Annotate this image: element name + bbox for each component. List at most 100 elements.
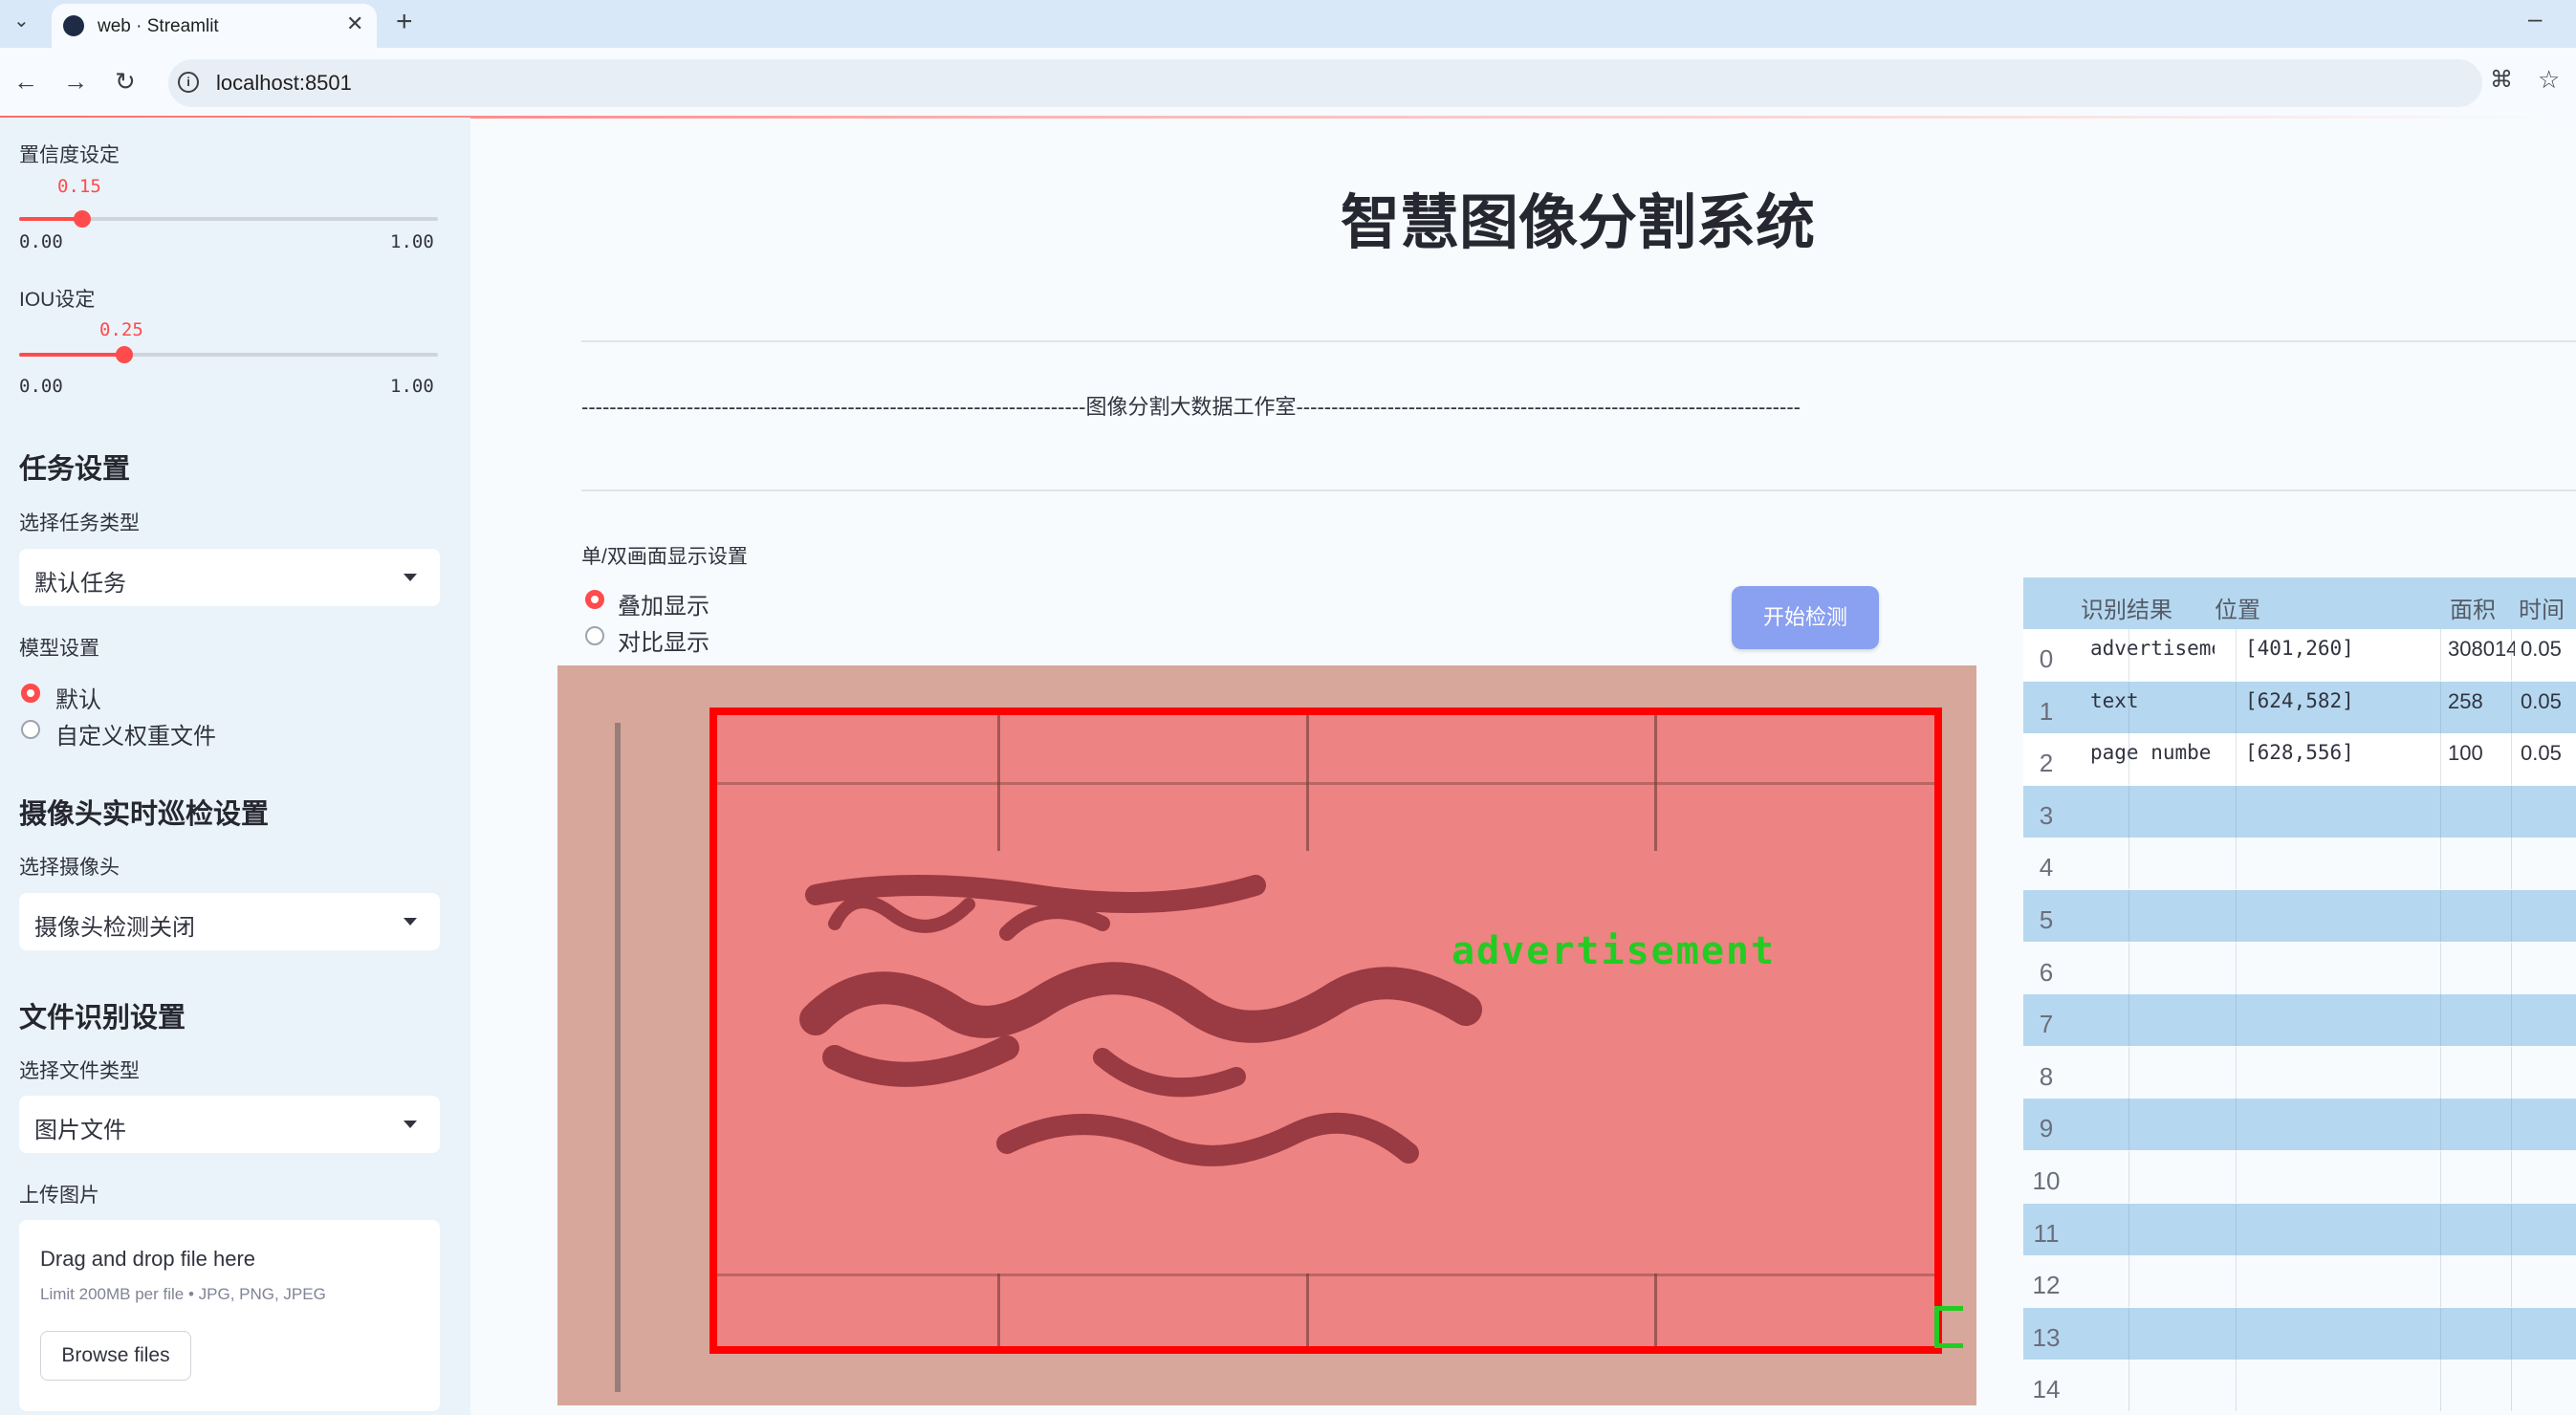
table-cell-area: 100 (2448, 741, 2483, 766)
confidence-value: 0.15 (57, 176, 101, 197)
radio-unselected-icon (585, 626, 604, 645)
task-type-select[interactable]: 默认任务 (19, 549, 440, 606)
row-index: 14 (2032, 1375, 2061, 1404)
table-cell-pos: [624,582] (2245, 688, 2354, 712)
new-tab-plus-icon[interactable]: + (396, 8, 413, 36)
column-divider (2440, 994, 2441, 1047)
table-row[interactable]: 8 (2023, 1046, 2576, 1099)
model-option-custom[interactable]: 自定义权重文件 (19, 717, 306, 750)
chevron-down-icon (404, 1121, 417, 1128)
display-option-overlay[interactable]: 叠加显示 (583, 587, 832, 620)
iou-max: 1.00 (390, 376, 434, 397)
forward-arrow-icon[interactable]: → (63, 69, 88, 94)
confidence-min: 0.00 (19, 231, 63, 252)
row-index: 8 (2039, 1061, 2054, 1091)
table-row[interactable]: 4 (2023, 838, 2576, 890)
page-title: 智慧图像分割系统 (1340, 190, 1815, 256)
file-type-label: 选择文件类型 (19, 1060, 140, 1082)
column-divider (2236, 994, 2237, 1047)
tab-list-chevron-icon[interactable]: ⌄ (13, 11, 30, 31)
column-divider (2236, 1307, 2237, 1360)
detection-box (709, 708, 1942, 1354)
url-field[interactable]: i localhost:8501 (168, 59, 2482, 107)
site-info-icon[interactable]: i (178, 72, 199, 93)
column-divider (2128, 890, 2129, 942)
table-row[interactable]: 0 advertisement [401,260] 3080140.05 (2023, 629, 2576, 681)
column-divider (2511, 1255, 2512, 1308)
slider-thumb[interactable] (116, 346, 133, 363)
column-divider (2511, 681, 2512, 733)
slider-fill (19, 353, 124, 357)
column-divider (2128, 994, 2129, 1047)
column-divider (2128, 1099, 2129, 1151)
tab-close-icon[interactable]: ✕ (346, 13, 363, 34)
table-header: 面积 (2450, 598, 2496, 623)
model-option-default[interactable]: 默认 (19, 681, 306, 713)
row-index: 11 (2033, 1218, 2060, 1248)
table-row[interactable]: 7 (2023, 994, 2576, 1047)
column-divider (2236, 681, 2237, 733)
browser-tab-bar (0, 0, 2576, 48)
row-index: 5 (2039, 905, 2054, 934)
column-divider (2236, 629, 2237, 681)
file-type-select[interactable]: 图片文件 (19, 1096, 440, 1153)
display-option-compare[interactable]: 对比显示 (583, 623, 832, 656)
iou-value: 0.25 (99, 319, 143, 340)
tab-title: web · Streamlit (98, 16, 219, 36)
table-row[interactable]: 6 (2023, 942, 2576, 994)
column-divider (2128, 1151, 2129, 1203)
column-divider (2128, 1203, 2129, 1255)
radio-unselected-icon (21, 720, 40, 739)
column-divider (2236, 1255, 2237, 1308)
start-detection-button[interactable]: 开始检测 (1732, 586, 1879, 649)
table-row[interactable]: 3 (2023, 785, 2576, 838)
column-divider (2440, 1151, 2441, 1203)
table-header: 识别结果 (2081, 598, 2172, 623)
table-cell-result: advertisement (2090, 637, 2215, 660)
column-divider (2128, 681, 2129, 733)
radio-selected-icon (21, 684, 40, 703)
minimize-window-icon[interactable]: – (2528, 6, 2542, 31)
table-cell-time: 0.05 (2521, 688, 2562, 713)
table-cell-area: 308014 (2448, 637, 2515, 661)
camera-select[interactable]: 摄像头检测关闭 (19, 893, 440, 950)
row-index: 3 (2039, 800, 2054, 830)
translate-icon[interactable]: ⌘ (2490, 69, 2513, 92)
slider-thumb[interactable] (74, 210, 91, 228)
back-arrow-icon[interactable]: ← (13, 69, 38, 94)
column-divider (2511, 994, 2512, 1047)
column-divider (2440, 838, 2441, 890)
confidence-slider[interactable] (19, 208, 438, 229)
table-row[interactable]: 1 text [624,582] 258 0.05 (2023, 681, 2576, 733)
column-divider (2236, 890, 2237, 942)
column-divider (2440, 1255, 2441, 1308)
table-row[interactable]: 9 (2023, 1099, 2576, 1151)
table-row[interactable]: 2 page number [628,556] 100 0.05 (2023, 733, 2576, 786)
dropzone-title: Drag and drop file here (40, 1247, 256, 1271)
column-divider (2440, 1046, 2441, 1099)
table-row[interactable]: 12 (2023, 1255, 2576, 1308)
camera-settings-heading: 摄像头实时巡检设置 (19, 799, 270, 830)
model-option-label: 自定义权重文件 (55, 724, 216, 750)
table-row[interactable]: 14 (2023, 1360, 2576, 1412)
bookmark-star-icon[interactable]: ☆ (2538, 67, 2560, 92)
results-table[interactable]: 识别结果 位置 面积 时间 0 advertisement [401,260] 308… (2023, 577, 2576, 1415)
table-row[interactable]: 11 (2023, 1203, 2576, 1255)
table-cell-pos: [628,556] (2245, 741, 2354, 765)
table-row[interactable]: 13 (2023, 1307, 2576, 1360)
confidence-label: 置信度设定 (19, 144, 120, 166)
column-divider (2440, 1099, 2441, 1151)
column-divider (2511, 629, 2512, 681)
browse-files-button[interactable]: Browse files (40, 1331, 191, 1381)
iou-slider[interactable] (19, 344, 438, 365)
column-divider (2440, 733, 2441, 786)
column-divider (2511, 1046, 2512, 1099)
table-cell-time: 0.05 (2521, 741, 2562, 766)
reload-icon[interactable]: ↻ (115, 69, 136, 94)
browser-tab[interactable]: web · Streamlit ✕ (52, 4, 377, 48)
table-row[interactable]: 5 (2023, 890, 2576, 942)
table-row[interactable]: 10 (2023, 1151, 2576, 1203)
row-index: 12 (2032, 1271, 2061, 1300)
file-dropzone[interactable]: Drag and drop file here Limit 200MB per … (19, 1220, 440, 1411)
row-index: 4 (2039, 853, 2054, 882)
